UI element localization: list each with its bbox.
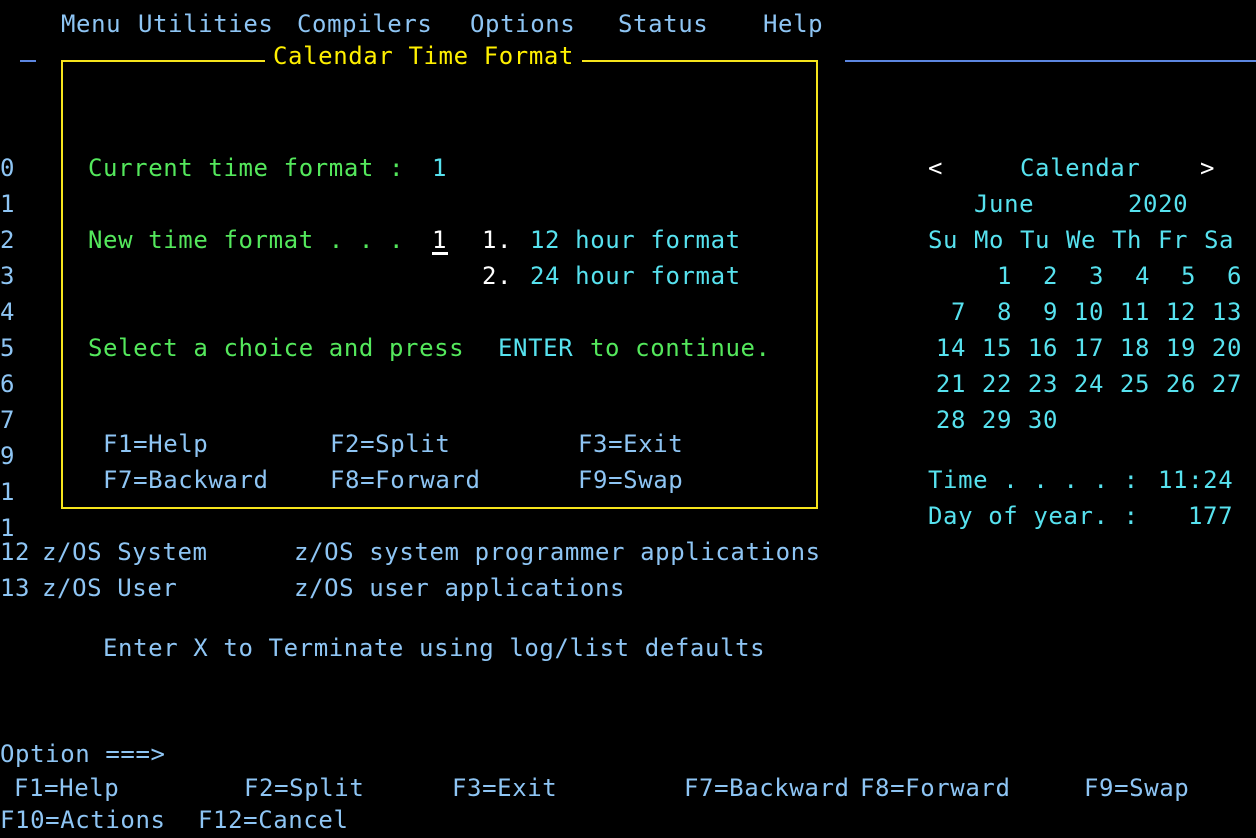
calendar-day[interactable]: 15 — [974, 330, 1012, 366]
calendar-day[interactable]: 20 — [1204, 330, 1242, 366]
calendar-day[interactable]: 5 — [1158, 258, 1196, 294]
weekday: Su — [928, 226, 959, 254]
weekday: Fr — [1158, 226, 1189, 254]
dialog-fkey-split[interactable]: F2=Split — [330, 426, 450, 462]
calendar-day[interactable]: 29 — [974, 402, 1012, 438]
choice-2-text[interactable]: 24 hour format — [530, 258, 741, 294]
menu-separator-left — [20, 60, 36, 62]
option-description: z/OS user applications — [294, 574, 626, 602]
calendar-day[interactable]: 13 — [1204, 294, 1242, 330]
current-format-value: 1 — [432, 154, 448, 182]
pfkey-split[interactable]: F2=Split — [244, 770, 364, 806]
option-number[interactable]: 5 — [0, 330, 15, 366]
new-format-input[interactable]: 1 — [432, 222, 448, 255]
calendar-day[interactable]: 9 — [1020, 294, 1058, 330]
calendar-year: 2020 — [1128, 190, 1189, 218]
option-number[interactable]: 2 — [0, 222, 15, 258]
pfkey-backward[interactable]: F7=Backward — [684, 770, 850, 806]
pfkey-exit[interactable]: F3=Exit — [452, 770, 557, 806]
calendar-day[interactable]: 26 — [1158, 366, 1196, 402]
menu-item-options[interactable]: Options — [470, 6, 575, 42]
option-number[interactable]: 9 — [0, 438, 15, 474]
time-value: 11:24 — [1158, 466, 1234, 494]
calendar-day[interactable]: 10 — [1066, 294, 1104, 330]
menu-item-status[interactable]: Status — [618, 6, 708, 42]
new-format-label: New time format . . . — [88, 226, 405, 254]
option-number[interactable]: 6 — [0, 366, 15, 402]
option-number[interactable]: 7 — [0, 402, 15, 438]
instruction-prefix: Select a choice and press — [88, 334, 465, 362]
instruction-key: ENTER — [498, 334, 574, 362]
terminate-instruction: Enter X to Terminate using log/list defa… — [103, 634, 766, 662]
option-number[interactable]: 1 — [0, 186, 15, 222]
weekday: Sa — [1204, 226, 1235, 254]
calendar-title: Calendar — [1020, 154, 1141, 182]
calendar-day[interactable]: 7 — [928, 294, 966, 330]
calendar-day[interactable]: 24 — [1066, 366, 1104, 402]
calendar-day[interactable]: 27 — [1204, 366, 1242, 402]
option-name: z/OS System — [42, 538, 208, 566]
calendar-prev-icon[interactable]: < — [928, 150, 943, 186]
calendar-day[interactable]: 3 — [1066, 258, 1104, 294]
calendar-day[interactable]: 30 — [1020, 402, 1058, 438]
calendar-day[interactable]: 6 — [1204, 258, 1242, 294]
calendar-day[interactable]: 1 — [974, 258, 1012, 294]
calendar-day[interactable]: 17 — [1066, 330, 1104, 366]
calendar-day[interactable]: 4 — [1112, 258, 1150, 294]
choice-1-number: 1. — [482, 226, 513, 254]
option-number[interactable]: 4 — [0, 294, 15, 330]
menu-item-compilers[interactable]: Compilers — [297, 6, 432, 42]
calendar-day[interactable]: 14 — [928, 330, 966, 366]
command-label: Option ===> — [0, 740, 166, 768]
weekday: Th — [1112, 226, 1143, 254]
option-number[interactable]: 0 — [0, 150, 15, 186]
calendar-next-icon[interactable]: > — [1200, 150, 1215, 186]
calendar-day[interactable]: 23 — [1020, 366, 1058, 402]
weekday: Mo — [974, 226, 1005, 254]
option-number: 13 — [0, 574, 31, 602]
current-format-label: Current time format : — [88, 154, 405, 182]
calendar-day[interactable]: 19 — [1158, 330, 1196, 366]
calendar-day[interactable]: 25 — [1112, 366, 1150, 402]
dialog-fkey-backward[interactable]: F7=Backward — [103, 462, 269, 498]
pfkey-cancel[interactable]: F12=Cancel — [198, 802, 349, 838]
dialog-fkey-help[interactable]: F1=Help — [103, 426, 208, 462]
dialog-fkey-forward[interactable]: F8=Forward — [330, 462, 481, 498]
calendar-day[interactable]: 28 — [928, 402, 966, 438]
calendar-day[interactable]: 16 — [1020, 330, 1058, 366]
instruction-suffix: to continue. — [590, 334, 771, 362]
option-number[interactable]: 1 — [0, 474, 15, 510]
calendar-day[interactable]: 18 — [1112, 330, 1150, 366]
option-name: z/OS User — [42, 574, 178, 602]
menu-item-help[interactable]: Help — [763, 6, 823, 42]
pfkey-actions[interactable]: F10=Actions — [0, 802, 166, 838]
calendar-day[interactable]: 2 — [1020, 258, 1058, 294]
pfkey-forward[interactable]: F8=Forward — [860, 770, 1011, 806]
dialog-fkey-swap[interactable]: F9=Swap — [578, 462, 683, 498]
dialog-fkey-exit[interactable]: F3=Exit — [578, 426, 683, 462]
time-label: Time . . . . : — [928, 466, 1139, 494]
menu-item-menu[interactable]: Menu — [61, 6, 121, 42]
calendar-day[interactable]: 21 — [928, 366, 966, 402]
calendar-day[interactable]: 22 — [974, 366, 1012, 402]
option-number: 12 — [0, 538, 31, 566]
calendar-day[interactable]: 12 — [1158, 294, 1196, 330]
day-of-year-value: 177 — [1188, 502, 1234, 530]
pfkey-help[interactable]: F1=Help — [14, 770, 119, 806]
dialog-title: Calendar Time Format — [265, 38, 582, 74]
day-of-year-label: Day of year. : — [928, 502, 1139, 530]
option-description: z/OS system programmer applications — [294, 538, 821, 566]
option-number[interactable]: 3 — [0, 258, 15, 294]
menu-separator-right — [845, 60, 1256, 62]
weekday: Tu — [1020, 226, 1051, 254]
choice-2-number: 2. — [482, 262, 513, 290]
calendar-day[interactable]: 8 — [974, 294, 1012, 330]
command-input[interactable] — [186, 736, 1246, 768]
weekday: We — [1066, 226, 1097, 254]
pfkey-swap[interactable]: F9=Swap — [1084, 770, 1189, 806]
menu-item-utilities[interactable]: Utilities — [138, 6, 273, 42]
choice-1-text[interactable]: 12 hour format — [530, 222, 741, 258]
calendar-month: June — [974, 190, 1035, 218]
calendar-day[interactable]: 11 — [1112, 294, 1150, 330]
